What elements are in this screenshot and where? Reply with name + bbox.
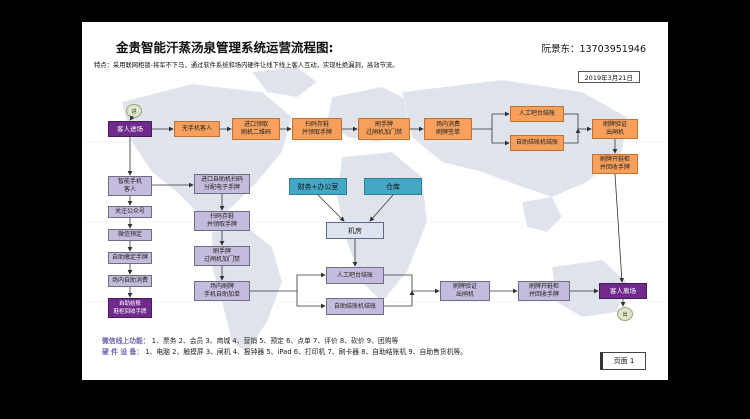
hardware-line: 硬 件 设 备： 1、电脑 2、触摸屏 3、闸机 4、报钟器 5、iPad 6、… (102, 346, 467, 356)
wechat-features-line: 微信线上功能： 1、票务 2、会员 3、商城 4、营销 5、预定 6、点单 7、… (102, 335, 398, 345)
wechat-features-label: 微信线上功能： (102, 337, 150, 345)
slide: 金贵智能汗蒸汤泉管理系统运营流程图: 阮景东：13703951946 特点：采用… (82, 22, 668, 380)
hardware-items: 1、电脑 2、触摸屏 3、闸机 4、报钟器 5、iPad 6、打印机 7、刷卡器… (145, 348, 468, 356)
wechat-features-items: 1、票务 2、会员 3、商城 4、营销 5、预定 6、点单 7、评价 8、砍价 … (151, 337, 399, 345)
hardware-label: 硬 件 设 备： (102, 348, 144, 356)
flow-arrows (127, 111, 626, 309)
page-indicator: 页面 1 (600, 352, 646, 370)
